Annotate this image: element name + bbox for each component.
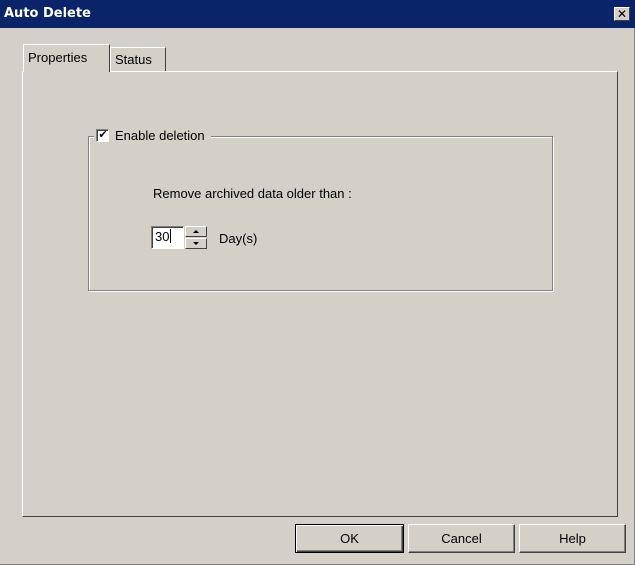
auto-delete-dialog: Auto Delete ✕ Properties Status ✔ Enable… (0, 0, 635, 565)
help-button[interactable]: Help (519, 524, 626, 553)
properties-tab-panel (22, 71, 618, 517)
ok-button[interactable]: OK (295, 524, 404, 553)
close-icon: ✕ (616, 7, 628, 21)
title-bar[interactable]: Auto Delete ✕ (0, 0, 635, 28)
tab-status[interactable]: Status (110, 47, 166, 71)
tab-properties[interactable]: Properties (23, 44, 110, 72)
tab-status-label: Status (115, 52, 152, 67)
window-title: Auto Delete (4, 6, 91, 21)
close-button[interactable]: ✕ (614, 7, 630, 21)
tab-properties-label: Properties (28, 50, 88, 65)
cancel-button[interactable]: Cancel (408, 524, 515, 553)
